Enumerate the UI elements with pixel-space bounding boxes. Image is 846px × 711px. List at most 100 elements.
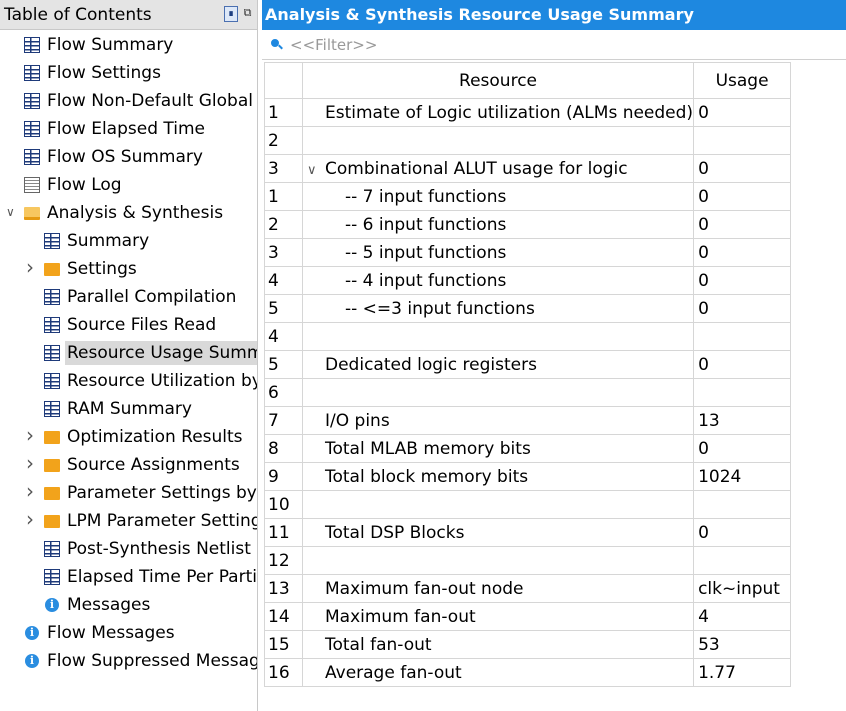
toc-item-label: Flow Non-Default Global Settings [47,91,257,111]
toc-item-label: Parallel Compilation [67,287,237,307]
chevron-right-icon[interactable]: › [26,425,36,445]
toc-item-label: Flow Suppressed Messages [47,651,258,671]
chevron-right-icon[interactable]: › [26,509,36,529]
resource-cell: Total block memory bits [301,462,695,491]
folder-icon [44,263,60,276]
toc-item[interactable]: Post-Synthesis Netlist Statistics [0,535,257,563]
toc-item-label: Post-Synthesis Netlist Statistics [67,539,257,559]
toc-item-label: Source Files Read [67,315,217,335]
toc-item-label: Flow Messages [47,623,175,643]
row-number: 5 [264,294,303,323]
column-header-resource[interactable]: Resource [301,62,695,99]
resource-cell: Maximum fan-out [301,602,695,631]
toc-item-label: Optimization Results [67,427,243,447]
table-row[interactable]: 4 -- 4 input functions 0 [264,266,792,295]
toc-item[interactable]: Flow Log [0,171,257,199]
toc-item[interactable]: › Parameter Settings by Entity Instance [0,479,257,507]
search-icon [271,39,283,50]
filter-input[interactable] [290,34,830,56]
resource-label: -- 6 input functions [345,214,507,235]
toc-item[interactable]: › Source Assignments [0,451,257,479]
table-row[interactable]: 13 Maximum fan-out node clk~input [264,574,792,603]
table-row[interactable]: 3 ∨ Combinational ALUT usage for logic 0 [264,154,792,183]
pin-icon[interactable]: ∎ [224,6,238,22]
table-row[interactable]: 2 [264,126,792,155]
toc-item[interactable]: › Optimization Results [0,423,257,451]
table-row[interactable]: 6 [264,378,792,407]
table-row[interactable]: 5 -- <=3 input functions 0 [264,294,792,323]
table-row[interactable]: 2 -- 6 input functions 0 [264,210,792,239]
float-window-icon[interactable]: ⧉ [241,6,254,19]
chevron-down-icon[interactable]: ∨ [307,163,325,178]
table-row[interactable]: 12 [264,546,792,575]
toc-item-label: Analysis & Synthesis [47,203,224,223]
toc-item[interactable]: Summary [0,227,257,255]
table-row[interactable]: 1 -- 7 input functions 0 [264,182,792,211]
toc-item[interactable]: › Settings [0,255,257,283]
resource-label: Average fan-out [325,662,462,683]
table-row[interactable]: 11 Total DSP Blocks 0 [264,518,792,547]
table-row[interactable]: 10 [264,490,792,519]
toc-item[interactable]: Resource Utilization by Entity [0,367,257,395]
resource-cell: -- 6 input functions [301,210,695,239]
resource-label: Maximum fan-out node [325,578,524,599]
filter-bar [262,30,846,60]
toc-item[interactable]: › LPM Parameter Settings [0,507,257,535]
table-icon [44,345,60,361]
resource-label: -- 5 input functions [345,242,507,263]
row-number: 2 [264,210,303,239]
toc-item[interactable]: Parallel Compilation [0,283,257,311]
row-number: 4 [264,266,303,295]
resource-cell: -- 4 input functions [301,266,695,295]
toc-title: Table of Contents [4,5,152,25]
usage-cell: 0 [693,154,792,183]
toc-item[interactable]: Elapsed Time Per Partition [0,563,257,591]
toc-item[interactable]: Flow OS Summary [0,143,257,171]
resource-cell: I/O pins [301,406,695,435]
report-title-bar: Analysis & Synthesis Resource Usage Summ… [262,0,846,30]
info-icon: i [25,654,39,668]
chevron-down-icon[interactable]: ∨ [6,206,16,218]
resource-label: Total block memory bits [325,466,529,487]
table-row[interactable]: 4 [264,322,792,351]
toc-item-label: Parameter Settings by Entity Instance [67,483,257,503]
toc-item[interactable]: Flow Settings [0,59,257,87]
folder-icon [44,431,60,444]
toc-item[interactable]: Source Files Read [0,311,257,339]
toc-item[interactable]: i Flow Messages [0,619,257,647]
resource-cell: Total fan-out [301,630,695,659]
toc-item[interactable]: Flow Elapsed Time [0,115,257,143]
resource-label: Total fan-out [325,634,432,655]
table-row[interactable]: 15 Total fan-out 53 [264,630,792,659]
column-header-usage[interactable]: Usage [693,62,792,99]
toc-item-label: Resource Utilization by Entity [67,371,257,391]
toc-item[interactable]: RAM Summary [0,395,257,423]
resource-cell [301,126,695,155]
usage-cell: 0 [693,434,792,463]
toc-item[interactable]: i Flow Suppressed Messages [0,647,258,675]
folder-icon [44,515,60,528]
table-row[interactable]: 5 Dedicated logic registers 0 [264,350,792,379]
table-row[interactable]: 16 Average fan-out 1.77 [264,658,792,687]
row-number: 8 [264,434,303,463]
chevron-right-icon[interactable]: › [26,453,36,473]
table-row[interactable]: 1 Estimate of Logic utilization (ALMs nee… [264,98,792,127]
chevron-right-icon[interactable]: › [26,481,36,501]
toc-item[interactable]: i Messages [0,591,257,619]
row-number: 6 [264,378,303,407]
chevron-right-icon[interactable]: › [26,257,36,277]
table-row[interactable]: 14 Maximum fan-out 4 [264,602,792,631]
toc-item[interactable]: Resource Usage Summary [0,339,257,367]
table-row[interactable]: 7 I/O pins 13 [264,406,792,435]
toc-item[interactable]: Flow Non-Default Global Settings [0,87,257,115]
table-row[interactable]: 9 Total block memory bits 1024 [264,462,792,491]
table-row[interactable]: 3 -- 5 input functions 0 [264,238,792,267]
table-row[interactable]: 8 Total MLAB memory bits 0 [264,434,792,463]
usage-cell: 0 [693,350,792,379]
table-icon [44,541,60,557]
toc-item[interactable]: ∨ Analysis & Synthesis [0,199,257,227]
table-icon [44,569,60,585]
toc-item[interactable]: Flow Summary [0,31,257,59]
resource-label: Maximum fan-out [325,606,476,627]
report-pane: Analysis & Synthesis Resource Usage Summ… [262,0,846,711]
